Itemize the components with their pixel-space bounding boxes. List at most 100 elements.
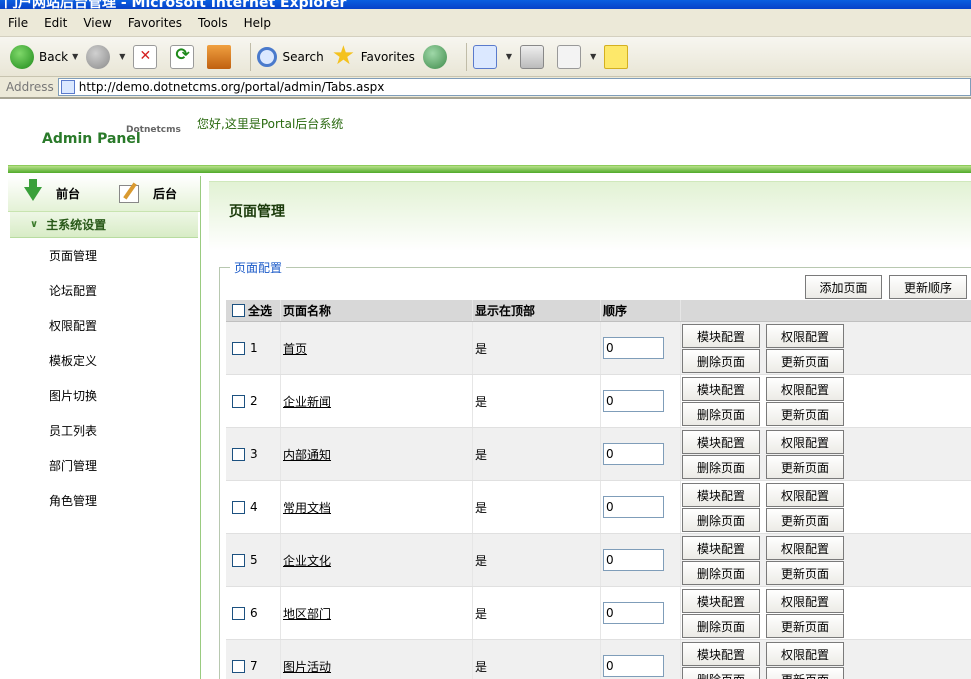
search-button[interactable]: Search [257, 41, 324, 73]
page-name-link[interactable]: 企业新闻 [283, 393, 331, 410]
page-title: 页面管理 [229, 204, 285, 220]
edit-dropdown-icon[interactable]: ▼ [590, 52, 596, 61]
menu-tools[interactable]: Tools [198, 16, 228, 30]
permission-config-button[interactable]: 权限配置 [766, 324, 844, 348]
module-config-button[interactable]: 模块配置 [682, 589, 760, 613]
discuss-button[interactable] [604, 41, 633, 73]
history-button[interactable] [422, 41, 452, 73]
update-page-button[interactable]: 更新页面 [766, 614, 844, 638]
menu-view[interactable]: View [83, 16, 111, 30]
row-checkbox[interactable] [232, 553, 245, 567]
address-bar: Address http://demo.dotnetcms.org/portal… [0, 77, 971, 99]
back-dropdown-icon[interactable]: ▼ [72, 52, 78, 61]
update-page-button[interactable]: 更新页面 [766, 561, 844, 585]
sidebar-item-departments[interactable]: 部门管理 [8, 448, 200, 483]
row-checkbox[interactable] [232, 447, 245, 461]
delete-page-button[interactable]: 删除页面 [682, 455, 760, 479]
delete-page-button[interactable]: 删除页面 [682, 349, 760, 373]
module-config-button[interactable]: 模块配置 [682, 483, 760, 507]
sidebar-item-forum[interactable]: 论坛配置 [8, 273, 200, 308]
permission-config-button[interactable]: 权限配置 [766, 536, 844, 560]
stop-button[interactable] [133, 41, 162, 73]
order-input[interactable]: 0 [603, 655, 664, 677]
module-config-button[interactable]: 模块配置 [682, 430, 760, 454]
sidebar-item-permissions[interactable]: 权限配置 [8, 308, 200, 343]
row-order-cell: 0 [600, 322, 680, 374]
favorites-button[interactable]: Favorites [332, 41, 415, 73]
forward-button[interactable] [86, 41, 115, 73]
sidebar-item-pages[interactable]: 页面管理 [8, 238, 200, 273]
front-button[interactable]: 前台 [8, 176, 103, 212]
row-checkbox[interactable] [232, 606, 245, 620]
window-title: 门户网站后台管理 - Microsoft Internet Explorer [4, 0, 347, 9]
update-page-button[interactable]: 更新页面 [766, 349, 844, 373]
module-config-button[interactable]: 模块配置 [682, 642, 760, 666]
row-number: 2 [250, 394, 258, 408]
update-page-button[interactable]: 更新页面 [766, 455, 844, 479]
add-page-button[interactable]: 添加页面 [805, 275, 882, 299]
menu-file[interactable]: File [8, 16, 28, 30]
page-name-link[interactable]: 企业文化 [283, 552, 331, 569]
menu-edit[interactable]: Edit [44, 16, 67, 30]
chevron-down-icon: ∨ [30, 219, 39, 230]
update-page-button[interactable]: 更新页面 [766, 508, 844, 532]
select-all-checkbox[interactable] [232, 304, 245, 317]
page-name-link[interactable]: 常用文档 [283, 499, 331, 516]
row-name-cell: 内部通知 [280, 428, 472, 480]
page-name-link[interactable]: 内部通知 [283, 446, 331, 463]
module-config-button[interactable]: 模块配置 [682, 536, 760, 560]
table-row: 5 企业文化 是 0 模块配置 权限配置 删除页面 更新页面 [226, 534, 971, 587]
mail-dropdown-icon[interactable]: ▼ [506, 52, 512, 61]
delete-page-button[interactable]: 删除页面 [682, 667, 760, 679]
order-input[interactable]: 0 [603, 390, 664, 412]
delete-page-button[interactable]: 删除页面 [682, 508, 760, 532]
update-page-button[interactable]: 更新页面 [766, 402, 844, 426]
order-input[interactable]: 0 [603, 337, 664, 359]
sidebar-item-images[interactable]: 图片切换 [8, 378, 200, 413]
address-input[interactable]: http://demo.dotnetcms.org/portal/admin/T… [57, 78, 971, 96]
sidebar-section-title: 主系统设置 [46, 218, 107, 232]
order-input[interactable]: 0 [603, 602, 664, 624]
row-show-top-cell: 是 [472, 322, 600, 374]
row-number: 6 [250, 606, 258, 620]
update-page-button[interactable]: 更新页面 [766, 667, 844, 679]
permission-config-button[interactable]: 权限配置 [766, 377, 844, 401]
order-input[interactable]: 0 [603, 549, 664, 571]
delete-page-button[interactable]: 删除页面 [682, 561, 760, 585]
sidebar-item-roles[interactable]: 角色管理 [8, 483, 200, 518]
toolbar-separator [465, 42, 467, 71]
permission-config-button[interactable]: 权限配置 [766, 589, 844, 613]
row-checkbox[interactable] [232, 341, 245, 355]
page-name-link[interactable]: 首页 [283, 340, 307, 357]
delete-page-button[interactable]: 删除页面 [682, 402, 760, 426]
update-order-button[interactable]: 更新顺序 [889, 275, 967, 299]
back-office-button[interactable]: 后台 [103, 176, 198, 212]
row-checkbox[interactable] [232, 394, 245, 408]
sidebar-item-templates[interactable]: 模板定义 [8, 343, 200, 378]
order-input[interactable]: 0 [603, 443, 664, 465]
row-checkbox[interactable] [232, 659, 245, 673]
mail-button[interactable] [472, 41, 502, 73]
order-input[interactable]: 0 [603, 496, 664, 518]
row-checkbox[interactable] [232, 500, 245, 514]
page-name-link[interactable]: 地区部门 [283, 605, 331, 622]
module-config-button[interactable]: 模块配置 [682, 377, 760, 401]
print-button[interactable] [520, 41, 549, 73]
forward-dropdown-icon[interactable]: ▼ [119, 52, 125, 61]
sidebar-item-employees[interactable]: 员工列表 [8, 413, 200, 448]
permission-config-button[interactable]: 权限配置 [766, 430, 844, 454]
page-name-link[interactable]: 图片活动 [283, 658, 331, 675]
sidebar-section-header[interactable]: ∨ 主系统设置 [10, 212, 198, 238]
back-button[interactable]: Back [10, 41, 68, 73]
browser-toolbar: Back ▼ ▼ Search Favorites ▼ ▼ [0, 37, 971, 77]
module-config-button[interactable]: 模块配置 [682, 324, 760, 348]
permission-config-button[interactable]: 权限配置 [766, 642, 844, 666]
delete-page-button[interactable]: 删除页面 [682, 614, 760, 638]
edit-button[interactable] [557, 41, 586, 73]
menu-help[interactable]: Help [244, 16, 271, 30]
home-button[interactable] [207, 41, 236, 73]
menu-favorites[interactable]: Favorites [128, 16, 182, 30]
back-arrow-icon [10, 44, 34, 69]
refresh-button[interactable] [170, 41, 199, 73]
permission-config-button[interactable]: 权限配置 [766, 483, 844, 507]
